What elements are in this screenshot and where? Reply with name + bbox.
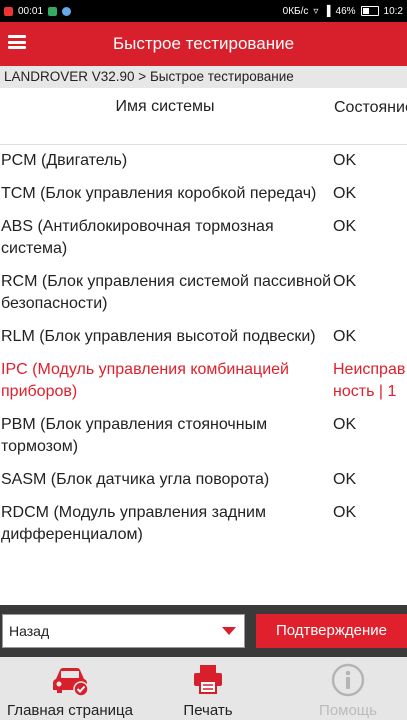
column-header-status: Состояние <box>334 99 407 116</box>
system-status: OK <box>333 273 357 290</box>
table-row[interactable]: ABS (Антиблокировочная тормозная система… <box>0 210 407 265</box>
navigation-select[interactable]: Назад <box>2 614 245 648</box>
table-row[interactable]: PBM (Блок управления стояночным тормозом… <box>0 408 407 463</box>
table-row[interactable]: RLM (Блок управления высотой подвески) OK <box>0 320 407 353</box>
system-status: OK <box>333 504 357 521</box>
nav-home[interactable]: Главная страница <box>0 657 140 720</box>
nav-help-label: Помощь <box>319 702 377 719</box>
battery-percent: 46% <box>335 5 356 17</box>
system-status: Неисправность | 1 <box>333 361 406 400</box>
table-row[interactable]: RCM (Блок управления системой пассивной … <box>0 265 407 320</box>
app-bar: Быстрое тестирование <box>0 22 407 66</box>
table-row[interactable]: TCM (Блок управления коробкой передач) OK <box>0 177 407 210</box>
system-status: OK <box>333 152 357 169</box>
system-name: RCM (Блок управления системой пассивной … <box>1 273 332 312</box>
notification-icon <box>4 6 13 16</box>
system-name: PBM (Блок управления стояночным тормозом… <box>1 416 268 455</box>
wifi-icon: ▿ <box>313 5 319 17</box>
system-status: OK <box>333 218 357 235</box>
info-icon <box>331 663 365 697</box>
table-header: Имя системы Состояние <box>0 88 407 145</box>
system-list[interactable]: PCM (Двигатель) OK TCM (Блок управления ко… <box>0 144 407 605</box>
system-name: RDCM (Модуль управления задним дифференц… <box>1 504 266 543</box>
system-status: OK <box>333 185 357 202</box>
nav-home-label: Главная страница <box>7 702 133 719</box>
system-name: RLM (Блок управления высотой подвески) <box>1 328 316 345</box>
column-header-name: Имя системы <box>115 98 215 115</box>
system-name: PCM (Двигатель) <box>1 152 128 169</box>
system-status: OK <box>333 416 357 433</box>
nav-print[interactable]: Печать <box>160 657 256 720</box>
table-row[interactable]: PCM (Двигатель) OK <box>0 144 407 177</box>
bottom-navigation: Главная страница Печать Помощь <box>0 657 407 720</box>
system-name: ABS (Антиблокировочная тормозная система… <box>1 218 274 257</box>
system-status: OK <box>333 471 357 488</box>
printer-icon <box>194 665 222 694</box>
table-row[interactable]: SASM (Блок датчика угла поворота) OK <box>0 463 407 496</box>
page-title: Быстрое тестирование <box>112 34 295 53</box>
app-icon <box>62 6 72 16</box>
table-row[interactable]: RDCM (Модуль управления задним дифференц… <box>0 496 407 551</box>
select-value: Назад <box>9 623 50 639</box>
action-bar: Назад Подтверждение <box>0 605 407 657</box>
network-speed: 0КБ/с <box>282 5 309 17</box>
system-name: IPC (Модуль управления комбинацией прибо… <box>1 361 289 400</box>
breadcrumb: LANDROVER V32.90 > Быстрое тестирование <box>0 66 407 88</box>
status-time-left: 00:01 <box>18 5 44 17</box>
car-check-icon <box>53 668 89 697</box>
nav-help[interactable]: Помощь <box>300 657 396 720</box>
confirm-button[interactable]: Подтверждение <box>256 614 407 648</box>
status-time-right: 10:2 <box>383 5 403 17</box>
table-row[interactable]: IPC (Модуль управления комбинацией прибо… <box>0 353 407 408</box>
system-name: TCM (Блок управления коробкой передач) <box>1 185 317 202</box>
battery-icon <box>360 6 379 16</box>
app-icon <box>48 6 58 16</box>
signal-icon: ▐ <box>323 5 331 17</box>
system-name: SASM (Блок датчика угла поворота) <box>1 471 270 488</box>
dropdown-caret-icon <box>222 627 236 635</box>
system-status: OK <box>333 328 357 345</box>
nav-print-label: Печать <box>183 702 233 719</box>
status-bar: 00:01 0КБ/с ▿ ▐ 46% 10:2 <box>0 0 407 22</box>
